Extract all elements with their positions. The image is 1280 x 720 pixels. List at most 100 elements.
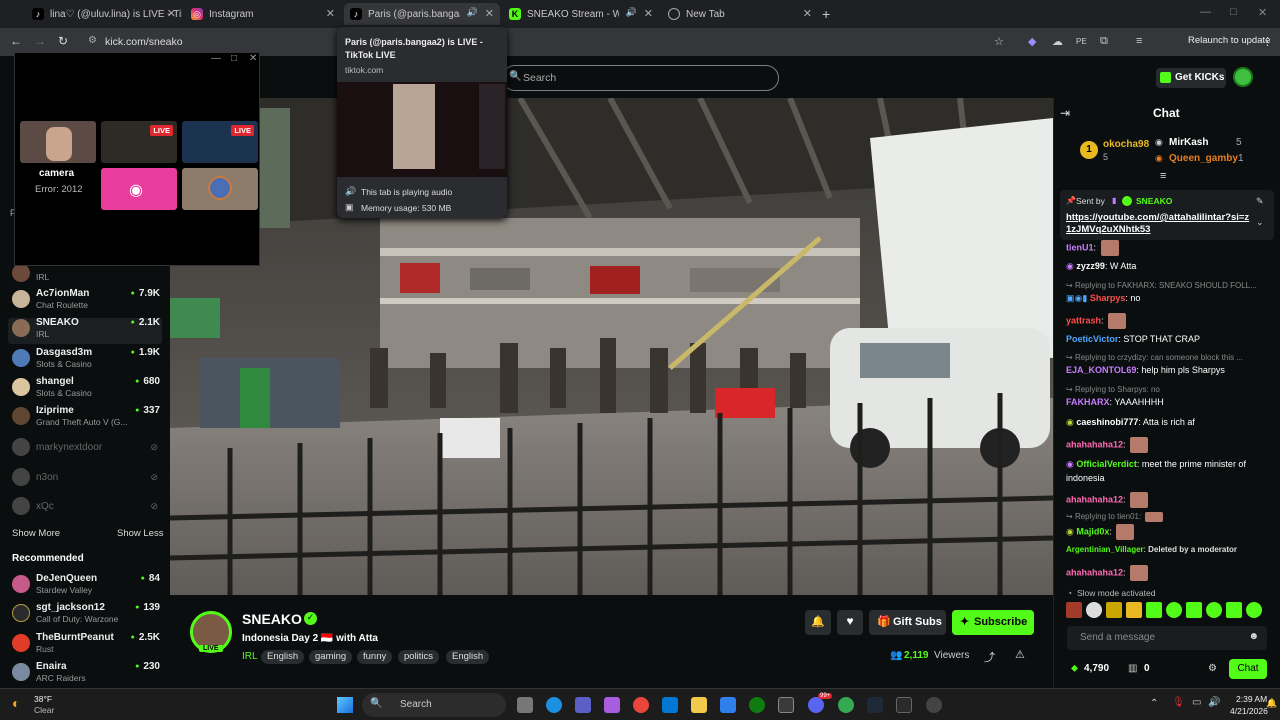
forward-icon[interactable]: → [34,34,46,48]
tray-chevron-icon[interactable]: ⌃ [1150,698,1158,709]
unpin-icon[interactable]: ✎ [1256,196,1264,207]
browser-tab[interactable]: K SNEAKO Stream - Watch Live 🔊 ✕ [503,3,659,25]
sidebar-channel-item[interactable]: sgt_jackson12 Call of Duty: Warzone 139 [10,602,160,630]
sidebar-channel-offline[interactable]: xQc ⊘ [10,495,160,523]
maximize-button[interactable]: □ [231,53,237,64]
leaderboard-user[interactable]: MirKash [1169,137,1208,148]
site-info-icon[interactable]: ⚙ [88,35,97,46]
video-player[interactable] [170,98,1053,595]
minimize-button[interactable]: — [211,53,221,64]
emote[interactable] [1186,602,1202,618]
xbox-icon[interactable] [749,697,765,713]
copilot-icon[interactable] [604,697,620,713]
user-avatar[interactable] [1233,67,1253,87]
stream-tag[interactable]: politics [398,650,440,664]
share-icon[interactable]: ⤴ [984,649,995,665]
follow-heart-button[interactable]: ♥ [837,610,863,635]
browser-tab[interactable]: ♪ lina♡ (@uluv.lina) is LIVE - TikTok ✕ [26,3,182,25]
teams-icon[interactable] [575,697,591,713]
emote[interactable] [1126,602,1142,618]
close-icon[interactable]: ✕ [326,7,335,20]
subscribe-button[interactable]: ✦ Subscribe [952,610,1034,635]
sidebar-channel-item[interactable]: SNEAKO IRL 2.1K [10,317,160,345]
emote[interactable] [1226,602,1242,618]
chrome-icon[interactable] [838,697,854,713]
app-icon[interactable] [926,697,942,713]
browser-tab-active[interactable]: ♪ Paris (@paris.bangaa2) is LIVE - TikTo… [344,3,500,25]
minimize-button[interactable]: — [1200,6,1211,18]
reload-icon[interactable]: ↻ [58,34,68,48]
sidebar-channel-item[interactable]: shangel Slots & Casino 680 [10,376,160,404]
discord-tile[interactable]: ◉ [101,168,177,210]
send-chat-button[interactable]: Chat [1229,659,1267,679]
emoji-picker-icon[interactable]: ☻ [1248,631,1259,642]
get-kicks-button[interactable]: Get KICKs [1156,68,1226,88]
sidebar-channel-item[interactable]: Dasgasd3m Slots & Casino 1.9K [10,347,160,375]
sidebar-channel-item[interactable]: Ac7ionMan Chat Roulette 7.9K [10,288,160,316]
network-icon[interactable]: ▭ [1192,697,1201,708]
menu-kebab-icon[interactable]: ⋮ [1262,35,1273,48]
stream-thumbnail[interactable]: LIVE [182,121,258,163]
show-more-link[interactable]: Show More [12,528,60,539]
sidebar-channel-item[interactable]: Iziprime Grand Theft Auto V (G... 337 [10,405,160,433]
close-icon[interactable]: ✕ [644,7,653,20]
extensions-puzzle-icon[interactable]: ⧉ [1100,35,1108,48]
extension-icon[interactable]: PE [1076,37,1087,46]
report-icon[interactable]: ⚠ [1015,648,1025,661]
emote[interactable] [1086,602,1102,618]
leaderboard-user[interactable]: Queen_gamby [1169,153,1238,164]
notification-bell-button[interactable]: 🔔 [805,610,831,635]
weather-temp[interactable]: 38°F [34,694,52,704]
taskbar-search[interactable]: 🔍 Search [362,693,506,717]
gift-subs-button[interactable]: 🎁 Gift Subs [869,610,946,635]
new-tab-button[interactable]: + [822,6,830,22]
close-window-button[interactable]: ✕ [1258,6,1267,19]
sidebar-channel-item[interactable]: DeJenQueen Stardew Valley 84 [10,573,160,601]
bookmark-star-icon[interactable]: ☆ [994,35,1004,48]
search-input[interactable]: 🔍 Search [502,65,779,91]
edge-icon[interactable] [546,697,562,713]
stream-thumbnail[interactable]: LIVE [101,121,177,163]
media-control-icon[interactable]: ≡ [1136,35,1142,47]
app-icon[interactable] [720,697,736,713]
camera-thumbnail[interactable] [20,121,96,163]
discord-icon[interactable] [808,697,824,713]
sidebar-channel-item[interactable]: TheBurntPeanut Rust 2.5K [10,632,160,660]
emote[interactable] [1206,602,1222,618]
back-icon[interactable]: ← [10,34,22,48]
chat-settings-icon[interactable]: ⚙ [1208,663,1217,674]
address-bar[interactable]: ⚙ kick.com/sneako [84,31,984,53]
app-tile[interactable] [182,168,258,210]
browser-tab[interactable]: New Tab ✕ [662,3,818,25]
speaker-icon[interactable]: 🔊 [626,7,637,18]
volume-icon[interactable]: 🔊 [1208,697,1220,708]
weather-icon[interactable]: ◐ [12,695,20,711]
task-view-icon[interactable] [517,697,533,713]
channel-points[interactable]: 4,790 [1084,663,1109,674]
app-icon[interactable] [778,697,794,713]
show-less-link[interactable]: Show Less [117,528,163,539]
speaker-icon[interactable]: 🔊 [467,7,478,18]
chrome-icon[interactable] [633,697,649,713]
stream-tag[interactable]: funny [357,650,393,664]
gift-count[interactable]: 0 [1144,663,1150,674]
emote[interactable] [1106,602,1122,618]
stream-tag[interactable]: English [446,650,490,664]
chevron-down-icon[interactable]: ⌄ [1256,217,1264,228]
sidebar-channel-offline[interactable]: markynextdoor ⊘ [10,436,160,464]
extension-icon[interactable]: ◆ [1028,35,1036,48]
file-explorer-icon[interactable] [691,697,707,713]
chat-message-input[interactable]: Send a message ☻ [1067,626,1267,650]
store-icon[interactable] [662,697,678,713]
channel-name[interactable]: SNEAKO [242,611,302,627]
sidebar-channel-item[interactable]: Enaira ARC Raiders 230 [10,661,160,689]
stream-tag[interactable]: gaming [309,650,353,664]
clock-time[interactable]: 2:39 AM [1236,694,1267,704]
steam-icon[interactable] [867,697,883,713]
emote[interactable] [1146,602,1162,618]
windows-start-icon[interactable] [337,697,353,713]
leaderboard-user[interactable]: okocha98 [1103,139,1149,150]
pinned-link[interactable]: https://youtube.com/@attahalilintar?si=z… [1066,212,1254,236]
extension-icon[interactable]: ☁ [1052,35,1063,48]
clock-date[interactable]: 4/21/2026 [1230,706,1268,716]
